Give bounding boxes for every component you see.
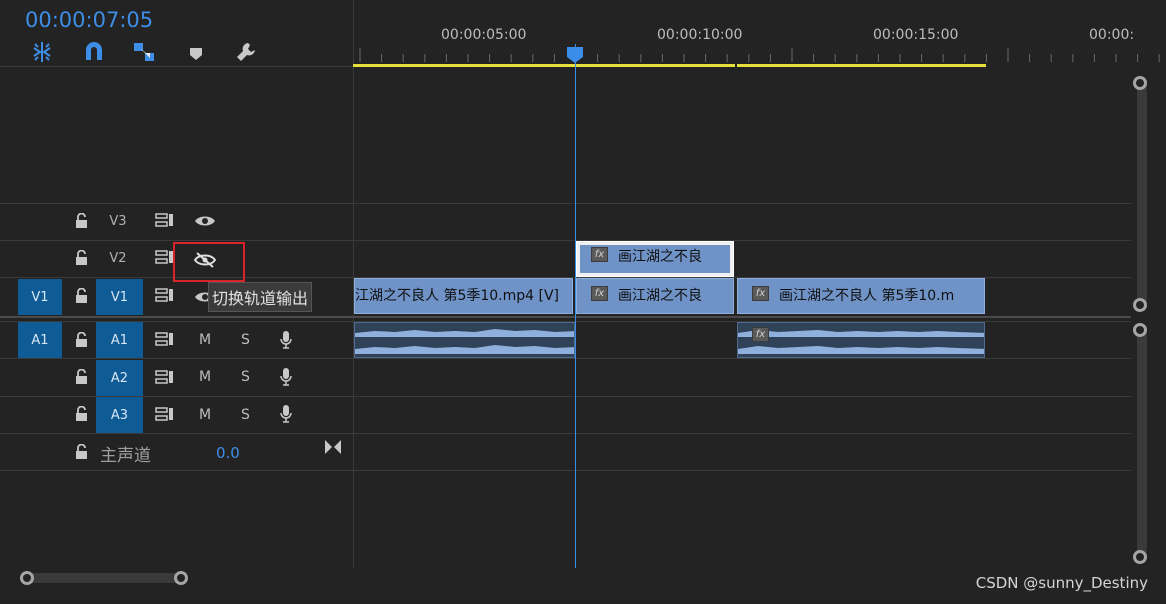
- solo-button[interactable]: S: [241, 407, 250, 423]
- ruler-label-15s: 00:00:15:00: [873, 27, 959, 43]
- linked-selection-icon[interactable]: [132, 40, 156, 64]
- mute-button[interactable]: M: [199, 332, 211, 348]
- microphone-icon[interactable]: [279, 404, 293, 428]
- fx-icon: fx: [591, 247, 608, 262]
- row-separator: [0, 470, 1131, 471]
- scroll-handle-top[interactable]: [1133, 76, 1147, 90]
- lock-icon[interactable]: [75, 331, 88, 351]
- lock-icon[interactable]: [75, 368, 88, 388]
- a1-audio-clip[interactable]: [354, 322, 575, 358]
- track-header-panel: [0, 68, 353, 568]
- scroll-handle-bottom[interactable]: [1133, 550, 1147, 564]
- microphone-icon[interactable]: [279, 367, 293, 391]
- ripple-edit-icon[interactable]: [30, 40, 54, 64]
- track-target-v1[interactable]: V1: [96, 279, 143, 315]
- row-separator: [0, 203, 1131, 204]
- ruler-label-5s: 00:00:05:00: [441, 27, 527, 43]
- timeline-area[interactable]: [354, 68, 1131, 568]
- track-name-v2: V2: [109, 251, 127, 266]
- v1-title-clip[interactable]: fx 画江湖之不良: [576, 278, 734, 314]
- lock-icon[interactable]: [75, 405, 88, 425]
- sync-lock-icon[interactable]: [155, 369, 175, 389]
- v1-main-clip[interactable]: 江湖之不良人 第5季10.mp4 [V]: [354, 278, 573, 314]
- source-patch-v1[interactable]: V1: [18, 279, 62, 315]
- sync-lock-icon[interactable]: [155, 287, 175, 307]
- lock-icon[interactable]: [75, 212, 88, 232]
- watermark: CSDN @sunny_Destiny: [975, 574, 1148, 592]
- work-area-gap: [735, 64, 737, 67]
- clip-label: 画江湖之不良: [618, 288, 702, 304]
- ruler-label-10s: 00:00:10:00: [657, 27, 743, 43]
- scroll-handle-top[interactable]: [1133, 323, 1147, 337]
- fx-icon: fx: [752, 286, 769, 301]
- track-name-v3: V3: [109, 214, 127, 229]
- eye-icon[interactable]: [194, 213, 216, 232]
- audio-scrollbar[interactable]: [1137, 328, 1147, 558]
- expand-track-icon[interactable]: [324, 439, 342, 459]
- microphone-icon[interactable]: [279, 330, 293, 354]
- hscroll-handle-left[interactable]: [20, 571, 34, 585]
- a1-audio-clip-right[interactable]: fx: [737, 322, 985, 358]
- v1-right-clip[interactable]: fx 画江湖之不良人 第5季10.m: [737, 278, 985, 314]
- solo-button[interactable]: S: [241, 369, 250, 385]
- lock-icon[interactable]: [75, 287, 88, 307]
- row-separator: [0, 433, 1131, 434]
- track-target-a2[interactable]: A2: [96, 360, 143, 396]
- hscroll-handle-right[interactable]: [174, 571, 188, 585]
- sync-lock-icon[interactable]: [155, 249, 175, 269]
- track-target-a1[interactable]: A1: [96, 322, 143, 358]
- fx-icon: fx: [752, 327, 769, 342]
- clip-label: 江湖之不良人 第5季10.mp4 [V]: [355, 288, 560, 304]
- clip-label: 画江湖之不良: [618, 249, 702, 265]
- master-volume-value[interactable]: 0.0: [216, 444, 240, 462]
- mute-button[interactable]: M: [199, 369, 211, 385]
- snap-magnet-icon[interactable]: [82, 40, 106, 64]
- solo-button[interactable]: S: [241, 332, 250, 348]
- tooltip: 切换轨道输出: [208, 282, 313, 312]
- fx-icon: fx: [591, 286, 608, 301]
- lock-icon[interactable]: [75, 443, 88, 463]
- sync-lock-icon[interactable]: [155, 331, 175, 351]
- header-divider: [0, 66, 353, 67]
- wrench-icon[interactable]: [234, 40, 258, 64]
- mute-button[interactable]: M: [199, 407, 211, 423]
- video-scrollbar[interactable]: [1137, 80, 1147, 306]
- master-track-name: 主声道: [100, 446, 151, 466]
- row-separator: [0, 240, 1131, 241]
- v2-title-clip[interactable]: fx 画江湖之不良: [576, 241, 734, 277]
- clip-label: 画江湖之不良人 第5季10.m: [779, 288, 955, 304]
- waveform: [738, 330, 984, 354]
- marker-icon[interactable]: [187, 40, 211, 64]
- playhead-line[interactable]: [575, 44, 576, 569]
- track-target-a3[interactable]: A3: [96, 397, 143, 433]
- row-separator: [0, 358, 1131, 359]
- scroll-handle-bottom[interactable]: [1133, 298, 1147, 312]
- waveform: [355, 329, 574, 354]
- sync-lock-icon[interactable]: [155, 212, 175, 232]
- highlight-box: [173, 242, 245, 282]
- row-separator: [0, 396, 1131, 397]
- video-audio-divider: [0, 316, 1131, 318]
- sync-lock-icon[interactable]: [155, 406, 175, 426]
- source-patch-a1[interactable]: A1: [18, 322, 62, 358]
- horizontal-scrollbar[interactable]: [24, 573, 184, 583]
- ruler-label-20s: 00:00:: [1089, 27, 1135, 43]
- work-area-bar[interactable]: [353, 64, 986, 67]
- lock-icon[interactable]: [75, 249, 88, 269]
- playhead-timecode[interactable]: 00:00:07:05: [25, 8, 153, 32]
